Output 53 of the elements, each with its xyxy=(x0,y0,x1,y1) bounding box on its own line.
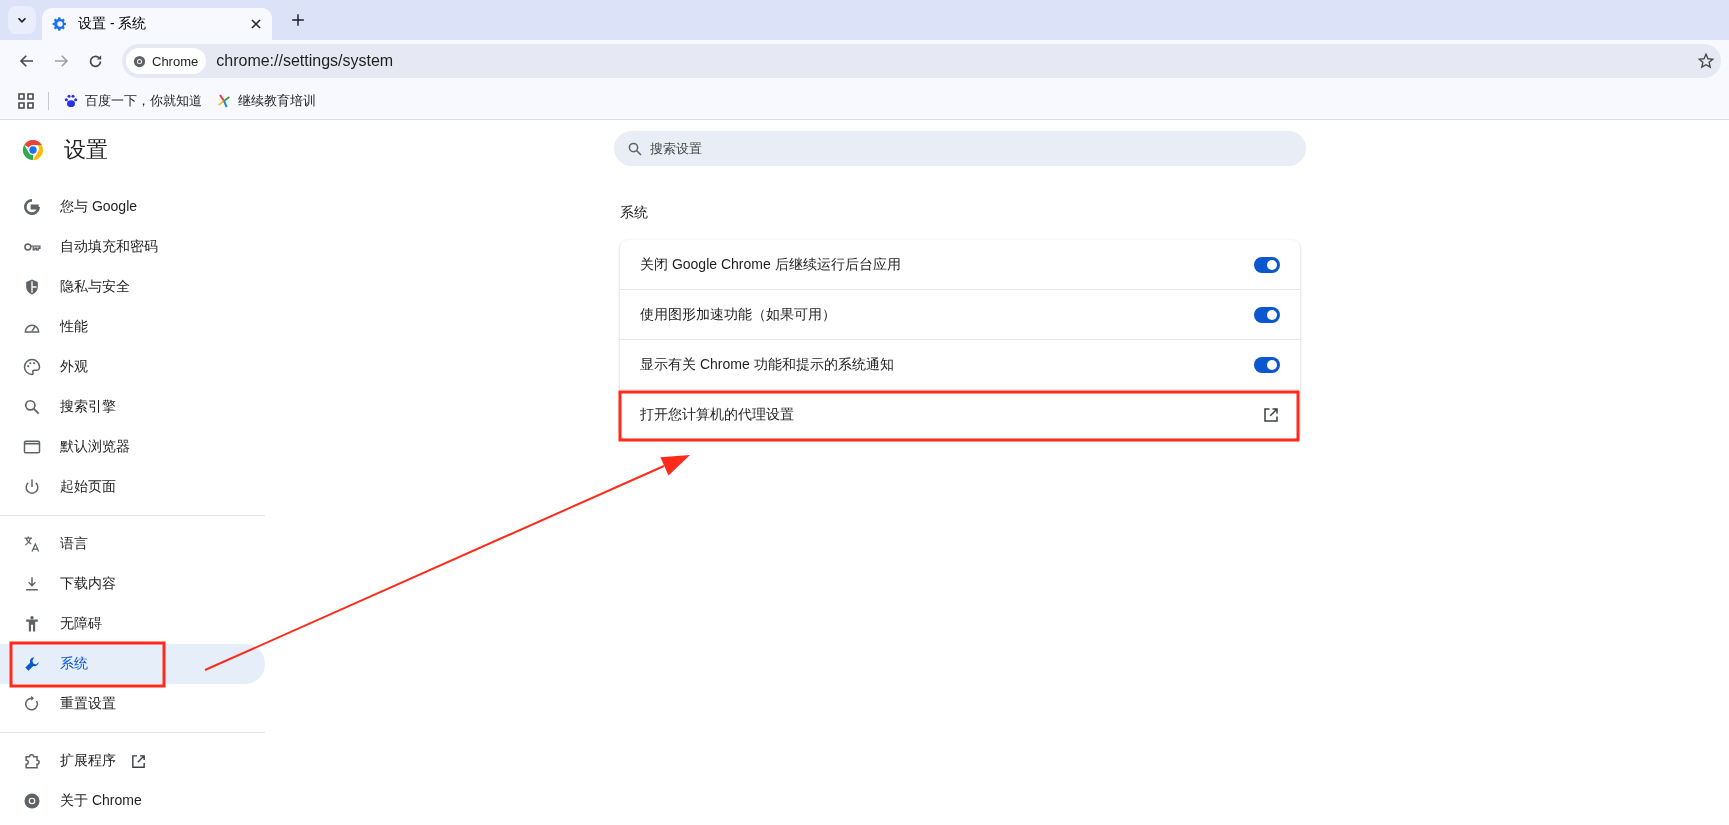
sidebar-item[interactable]: 性能 xyxy=(0,307,265,347)
toggle-switch[interactable] xyxy=(1254,256,1280,273)
address-bar[interactable]: Chrome chrome://settings/system xyxy=(122,44,1721,78)
menu-item-icon xyxy=(22,197,42,217)
search-icon xyxy=(626,140,644,158)
sidebar-item[interactable]: 起始页面 xyxy=(0,467,265,507)
sidebar-item[interactable]: 外观 xyxy=(0,347,265,387)
sidebar-item[interactable]: 您与 Google xyxy=(0,187,265,227)
external-link-icon xyxy=(1262,405,1280,424)
bookmark[interactable]: 继续教育培训 xyxy=(216,91,316,110)
section-title: 系统 xyxy=(620,204,649,222)
paw-icon xyxy=(63,92,79,109)
sidebar-item[interactable]: 重置设置 xyxy=(0,684,265,724)
sidebar-item[interactable]: 关于 Chrome xyxy=(0,781,265,821)
settings-link-row[interactable]: 打开您计算机的代理设置 xyxy=(620,389,1300,439)
menu-item-icon xyxy=(22,751,42,771)
sidebar-item[interactable]: 默认浏览器 xyxy=(0,427,265,467)
sidebar-item[interactable]: 无障碍 xyxy=(0,604,265,644)
search-field[interactable]: 搜索设置 xyxy=(614,131,1306,166)
sidebar-item[interactable]: 扩展程序 xyxy=(0,741,265,781)
sidebar-item[interactable]: 语言 xyxy=(0,524,265,564)
tab-search-button[interactable] xyxy=(8,6,36,34)
back-icon[interactable] xyxy=(18,52,36,70)
toggle-switch[interactable] xyxy=(1254,306,1280,323)
sidebar-item[interactable]: 搜索引擎 xyxy=(0,387,265,427)
sidebar-item[interactable]: 隐私与安全 xyxy=(0,267,265,307)
menu-item-icon xyxy=(22,357,42,377)
setting-label: 显示有关 Chrome 功能和提示的系统通知 xyxy=(640,355,894,374)
external-link-icon xyxy=(130,752,147,770)
site-chip[interactable]: Chrome xyxy=(126,48,207,74)
menu-item-icon xyxy=(22,397,42,417)
url-text: chrome://settings/system xyxy=(216,52,395,70)
menu-item-icon xyxy=(22,437,42,457)
sidebar-item[interactable]: 下载内容 xyxy=(0,564,265,604)
menu-item-icon xyxy=(22,534,42,554)
close-icon[interactable] xyxy=(250,18,262,30)
menu-item-icon xyxy=(22,791,42,811)
pinwheel-icon xyxy=(216,92,232,109)
page-title: 设置 xyxy=(64,136,108,164)
bookmark[interactable]: 百度一下，你就知道 xyxy=(63,91,202,110)
chrome-logo-icon xyxy=(132,53,147,69)
chrome-logo-icon xyxy=(22,139,44,161)
apps-icon[interactable] xyxy=(18,92,34,109)
toggle-switch[interactable] xyxy=(1254,356,1280,373)
gear-icon xyxy=(52,16,68,32)
sidebar-item[interactable]: 自动填充和密码 xyxy=(0,227,265,267)
star-icon[interactable] xyxy=(1697,52,1715,70)
setting-label: 关闭 Google Chrome 后继续运行后台应用 xyxy=(640,255,901,274)
sidebar-item[interactable]: 系统 xyxy=(0,644,265,684)
new-tab-icon[interactable] xyxy=(291,13,305,27)
menu-item-icon xyxy=(22,654,42,674)
browser-tab[interactable]: 设置 - 系统 xyxy=(42,8,272,40)
setting-label: 使用图形加速功能（如果可用） xyxy=(640,305,836,324)
